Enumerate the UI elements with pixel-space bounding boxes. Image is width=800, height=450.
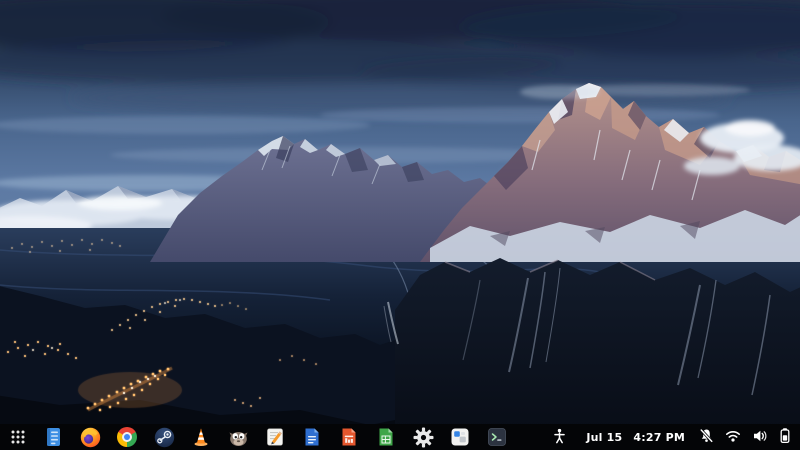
app-firefox[interactable]	[79, 426, 101, 448]
time-label: 4:27 PM	[633, 430, 685, 444]
app-settings[interactable]	[412, 426, 434, 448]
wallpaper-mountain-night	[0, 0, 800, 450]
app-steam[interactable]	[153, 426, 175, 448]
firefox-icon	[80, 427, 101, 448]
calc-document-icon	[376, 427, 396, 447]
software-icon	[450, 427, 470, 447]
notifications-button[interactable]	[699, 426, 714, 448]
taskbar-app-icons	[9, 426, 508, 448]
app-launcher-button[interactable]	[9, 426, 27, 448]
impress-document-icon	[339, 427, 359, 447]
gear-icon	[413, 427, 434, 448]
volume-button[interactable]	[752, 426, 768, 448]
desktop: Jul 15 4:27 PM	[0, 0, 800, 450]
wifi-button[interactable]	[725, 426, 741, 448]
accessibility-icon	[552, 428, 567, 447]
bell-slash-icon	[699, 428, 714, 447]
taskbar: Jul 15 4:27 PM	[0, 424, 800, 450]
clock[interactable]: Jul 15 4:27 PM	[586, 431, 685, 444]
files-icon	[43, 427, 63, 447]
terminal-icon	[487, 427, 507, 447]
app-terminal[interactable]	[486, 426, 508, 448]
wifi-icon	[725, 429, 741, 446]
app-chrome[interactable]	[116, 426, 138, 448]
chrome-icon	[117, 427, 137, 447]
steam-icon	[154, 427, 175, 448]
writer-document-icon	[302, 427, 322, 447]
vlc-cone-icon	[191, 427, 211, 447]
app-libreoffice-writer[interactable]	[301, 426, 323, 448]
app-libreoffice-calc[interactable]	[375, 426, 397, 448]
taskbar-status-area: Jul 15 4:27 PM	[552, 426, 791, 448]
volume-icon	[752, 429, 768, 446]
gimp-wilber-icon	[228, 427, 249, 448]
date-label: Jul 15	[586, 430, 623, 444]
app-libreoffice-impress[interactable]	[338, 426, 360, 448]
app-software-store[interactable]	[449, 426, 471, 448]
apps-grid-icon	[10, 429, 26, 445]
app-files[interactable]	[42, 426, 64, 448]
app-gimp[interactable]	[227, 426, 249, 448]
app-vlc[interactable]	[190, 426, 212, 448]
text-editor-pencil-icon	[265, 427, 285, 447]
battery-button[interactable]	[779, 426, 791, 448]
app-text-editor[interactable]	[264, 426, 286, 448]
battery-icon	[779, 427, 791, 447]
accessibility-menu-button[interactable]	[552, 426, 567, 448]
